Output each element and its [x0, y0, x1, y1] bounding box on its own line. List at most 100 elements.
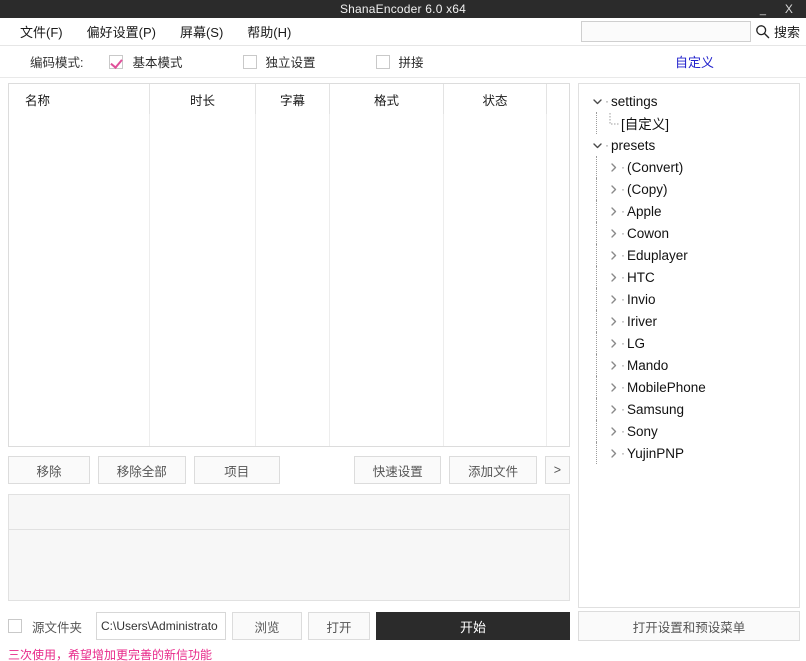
checkbox-independent-settings-box[interactable] [243, 55, 257, 69]
tree-node-samsung[interactable]: ·Samsung [583, 398, 799, 420]
remove-all-button[interactable]: 移除全部 [98, 456, 185, 484]
chevron-right-icon[interactable] [605, 448, 621, 459]
column-header-status[interactable]: 状态 [444, 84, 547, 114]
tree-dot-separator: · [621, 314, 625, 328]
file-list-header: 名称 时长 字幕 格式 状态 [9, 84, 569, 114]
checkbox-basic-mode-box[interactable] [109, 55, 123, 69]
tree-dot-separator: · [621, 292, 625, 306]
tree-dot-separator: · [621, 358, 625, 372]
chevron-right-icon[interactable] [605, 162, 621, 173]
tree-node-htc[interactable]: ·HTC [583, 266, 799, 288]
tree-node-convert[interactable]: ·(Convert) [583, 156, 799, 178]
tree-dot-separator: · [621, 270, 625, 284]
output-path-input[interactable] [96, 612, 226, 640]
search-icon[interactable] [755, 24, 770, 39]
tree-node-label: MobilePhone [627, 380, 706, 395]
tree-node-apple[interactable]: ·Apple [583, 200, 799, 222]
chevron-right-icon[interactable] [605, 206, 621, 217]
tree-leaf-connector-icon[interactable] [605, 113, 621, 133]
tree-node-presets[interactable]: ·presets [583, 134, 799, 156]
tree-dot-separator: · [621, 248, 625, 262]
checkbox-concatenate[interactable]: 拼接 [376, 52, 424, 71]
tree-node-label: YujinPNP [627, 446, 684, 461]
tree-dot-separator: · [605, 138, 609, 152]
chevron-right-icon[interactable] [605, 294, 621, 305]
chevron-right-icon[interactable] [605, 228, 621, 239]
tree-node-label: LG [627, 336, 645, 351]
tree-guide-line [596, 156, 597, 178]
column-header-format[interactable]: 格式 [330, 84, 444, 114]
tree-node-mando[interactable]: ·Mando [583, 354, 799, 376]
add-file-button[interactable]: 添加文件 [449, 456, 536, 484]
checkbox-concatenate-label: 拼接 [399, 52, 424, 71]
tree-node-custom[interactable]: [自定义] [583, 112, 799, 134]
checkbox-basic-mode[interactable]: 基本模式 [109, 52, 182, 71]
tree-node-sony[interactable]: ·Sony [583, 420, 799, 442]
search-label[interactable]: 搜索 [774, 22, 800, 41]
checkbox-source-folder[interactable]: 源文件夹 [8, 617, 82, 636]
file-list-body[interactable] [9, 114, 569, 446]
project-button[interactable]: 项目 [194, 456, 281, 484]
open-button[interactable]: 打开 [308, 612, 370, 640]
chevron-right-icon[interactable] [605, 184, 621, 195]
chevron-right-icon[interactable] [605, 316, 621, 327]
column-header-duration[interactable]: 时长 [150, 84, 256, 114]
tree-node-cowon[interactable]: ·Cowon [583, 222, 799, 244]
chevron-right-icon[interactable] [605, 382, 621, 393]
tree-guide-line [596, 112, 597, 134]
tree-node-invio[interactable]: ·Invio [583, 288, 799, 310]
file-list-column-status [444, 114, 547, 446]
custom-link[interactable]: 自定义 [675, 52, 714, 71]
quick-settings-button[interactable]: 快速设置 [354, 456, 441, 484]
chevron-down-icon[interactable] [589, 96, 605, 107]
chevron-right-icon[interactable] [605, 404, 621, 415]
column-header-subtitle[interactable]: 字幕 [256, 84, 330, 114]
file-list-column-name [9, 114, 150, 446]
menu-help[interactable]: 帮助(H) [235, 19, 303, 44]
column-header-name[interactable]: 名称 [9, 84, 150, 114]
browse-button[interactable]: 浏览 [232, 612, 302, 640]
tree-node-iriver[interactable]: ·Iriver [583, 310, 799, 332]
chevron-down-icon[interactable] [589, 140, 605, 151]
tree-dot-separator: · [621, 380, 625, 394]
tree-node-settings[interactable]: ·settings [583, 90, 799, 112]
application-window: ShanaEncoder 6.0 x64 _ X 文件(F) 偏好设置(P) 屏… [0, 0, 806, 661]
tree-guide-line [596, 178, 597, 200]
menu-screen[interactable]: 屏幕(S) [168, 19, 235, 44]
open-settings-preset-menu-button[interactable]: 打开设置和预设菜单 [578, 611, 800, 641]
footer-notice: 三次使用，希望增加更完善的新信功能 [8, 648, 798, 661]
chevron-right-icon[interactable] [605, 426, 621, 437]
chevron-right-icon[interactable] [605, 250, 621, 261]
checkbox-source-folder-box[interactable] [8, 619, 22, 633]
search-input[interactable] [581, 21, 751, 42]
chevron-right-icon[interactable] [605, 338, 621, 349]
tree-node-mobilephone[interactable]: ·MobilePhone [583, 376, 799, 398]
tree-node-label: Invio [627, 292, 656, 307]
tree-node-yujinpnp[interactable]: ·YujinPNP [583, 442, 799, 464]
checkbox-concatenate-box[interactable] [376, 55, 390, 69]
start-button[interactable]: 开始 [376, 612, 570, 640]
remove-button[interactable]: 移除 [8, 456, 90, 484]
tree-node-eduplayer[interactable]: ·Eduplayer [583, 244, 799, 266]
tree-guide-line [596, 310, 597, 332]
tree-node-label: settings [611, 94, 658, 109]
preset-tree: ·settings[自定义]·presets·(Convert)·(Copy)·… [579, 84, 799, 464]
tree-dot-separator: · [605, 94, 609, 108]
preset-menu-area: 打开设置和预设菜单 [578, 611, 800, 641]
chevron-right-icon[interactable] [605, 272, 621, 283]
tree-guide-line [596, 222, 597, 244]
chevron-right-icon[interactable] [605, 360, 621, 371]
column-header-extra[interactable] [547, 84, 569, 114]
checkbox-independent-settings[interactable]: 独立设置 [243, 52, 316, 71]
tree-dot-separator: · [621, 160, 625, 174]
window-title: ShanaEncoder 6.0 x64 [340, 2, 466, 16]
more-button[interactable]: > [545, 456, 570, 484]
encoding-mode-label: 编码模式: [30, 52, 83, 71]
close-button[interactable]: X [776, 0, 802, 18]
minimize-button[interactable]: _ [750, 0, 776, 18]
menu-preferences[interactable]: 偏好设置(P) [75, 19, 168, 44]
preset-tree-panel[interactable]: ·settings[自定义]·presets·(Convert)·(Copy)·… [578, 83, 800, 608]
menu-file[interactable]: 文件(F) [8, 19, 75, 44]
tree-node-lg[interactable]: ·LG [583, 332, 799, 354]
tree-node-copy[interactable]: ·(Copy) [583, 178, 799, 200]
